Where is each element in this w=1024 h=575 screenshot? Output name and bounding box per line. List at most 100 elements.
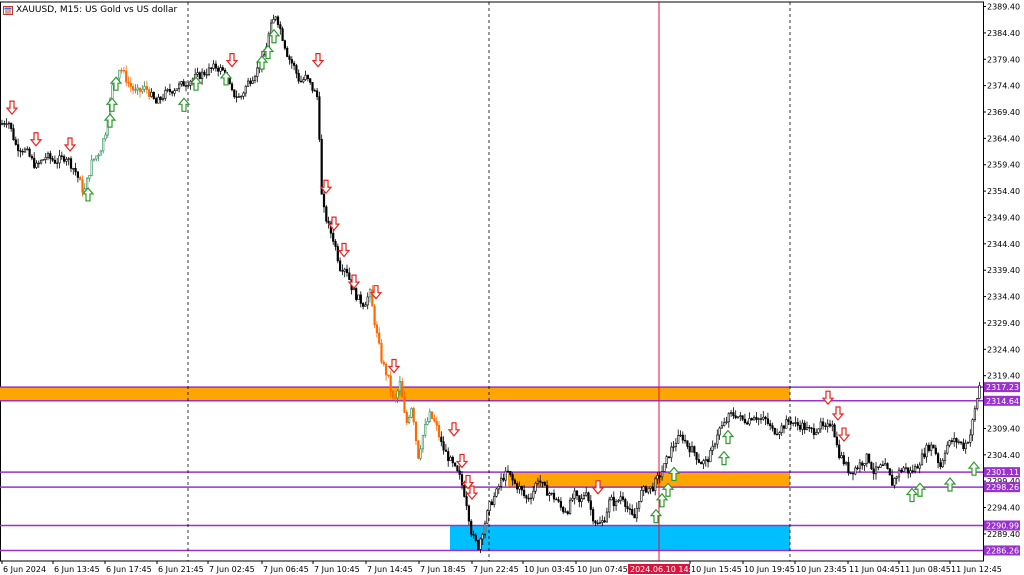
candle-body — [28, 148, 31, 157]
candle-body — [923, 453, 926, 458]
candle-body — [295, 65, 298, 74]
candle-body — [746, 422, 749, 425]
candle-body — [433, 418, 436, 422]
price-chart[interactable]: 2389.40 2384.40 2379.40 2374.40 2369.40 2364.… — [0, 0, 1024, 575]
candle-body — [456, 465, 459, 472]
candle-body — [969, 434, 972, 443]
candle-body — [182, 81, 185, 87]
price-level-label: 2314.64 — [986, 397, 1019, 406]
candle-body — [336, 246, 339, 262]
candle-body — [378, 332, 381, 344]
candle-body — [683, 439, 687, 442]
candle-body — [150, 92, 153, 97]
candle-body — [575, 490, 579, 496]
y-tick-label: 2354.40 — [987, 187, 1020, 196]
candle-body — [803, 422, 806, 431]
candle-body — [65, 159, 68, 162]
candle-body — [470, 520, 473, 535]
candle-body — [506, 470, 510, 473]
candle-body — [587, 492, 590, 502]
candle-body — [424, 424, 427, 436]
x-tick-label: 11 Jun 04:45 — [849, 565, 900, 574]
candle-body — [562, 507, 565, 513]
candle-body — [764, 416, 767, 420]
candle-body — [670, 446, 673, 458]
candle-body — [550, 492, 553, 495]
candle-body — [580, 498, 583, 502]
candle-body — [10, 122, 13, 129]
candle-body — [775, 433, 779, 436]
x-tick-label: 11 Jun 08:45 — [900, 565, 951, 574]
y-tick-label: 2374.40 — [987, 82, 1020, 91]
candle-body — [729, 412, 733, 414]
candle-body — [660, 471, 664, 478]
candle-body — [58, 155, 61, 164]
candle-body — [936, 453, 940, 463]
candle-body — [824, 425, 827, 427]
candle-body — [343, 268, 346, 272]
candle-body — [401, 381, 404, 398]
candle-body — [345, 268, 349, 274]
candle-body — [877, 466, 880, 468]
candle-body — [856, 467, 859, 470]
candle-body — [536, 480, 539, 484]
candle-body — [628, 508, 631, 510]
candle-body — [421, 434, 425, 450]
candle-body — [693, 446, 696, 453]
candle-body — [283, 40, 287, 49]
y-tick-label: 2324.40 — [987, 345, 1020, 354]
y-tick-label: 2389.40 — [987, 3, 1020, 12]
x-tick-label: 10 Jun 19:45 — [744, 565, 795, 574]
y-tick-label: 2339.40 — [987, 266, 1020, 275]
candle-body — [909, 470, 912, 474]
up-arrow-icon — [905, 487, 919, 503]
candle-body — [242, 92, 245, 97]
candle-body — [619, 496, 622, 501]
candle-body — [357, 294, 360, 300]
candle-body — [644, 486, 648, 493]
candle-body — [601, 520, 604, 523]
candle-body — [943, 452, 947, 461]
candle-body — [134, 89, 137, 91]
candle-body — [847, 462, 850, 474]
candle-body — [391, 390, 395, 398]
candle-body — [545, 484, 549, 496]
down-arrow-icon — [455, 453, 469, 469]
candle-body — [610, 496, 613, 501]
candle-body — [318, 96, 321, 140]
candle-body — [33, 157, 36, 168]
candle-body — [95, 155, 98, 160]
y-tick-label: 2334.40 — [987, 293, 1020, 302]
candle-body — [230, 83, 234, 91]
candle-body — [872, 468, 875, 475]
candle-body — [930, 444, 933, 451]
candle-body — [757, 418, 760, 420]
candle-body — [851, 472, 855, 475]
candle-body — [511, 474, 514, 481]
candle-body — [762, 416, 765, 420]
candle-body — [212, 63, 215, 69]
candle-body — [86, 177, 89, 190]
candle-body — [564, 511, 567, 513]
candle-body — [870, 462, 873, 470]
candle-body — [90, 159, 93, 176]
candle-body — [88, 175, 91, 179]
candle-body — [649, 486, 652, 489]
candle-body — [674, 442, 677, 447]
candle-body — [559, 501, 562, 508]
candle-body — [60, 155, 63, 157]
candle-body — [631, 509, 634, 515]
candle-body — [483, 522, 487, 535]
candle-body — [773, 427, 776, 435]
candle-body — [973, 408, 976, 421]
candle-body — [279, 24, 282, 30]
candle-body — [380, 342, 383, 363]
candle-body — [858, 462, 861, 469]
candle-body — [256, 67, 259, 78]
y-tick-label: 2344.40 — [987, 240, 1020, 249]
candle-body — [573, 490, 576, 499]
candle-body — [72, 168, 75, 170]
candle-body — [97, 154, 100, 157]
candle-body — [589, 500, 592, 510]
candle-body — [166, 89, 169, 91]
